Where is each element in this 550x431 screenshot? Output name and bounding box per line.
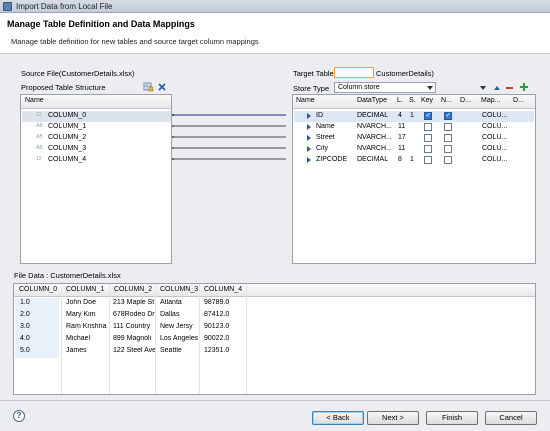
- column-header: COLUMN_2: [114, 286, 153, 293]
- nullable-checkbox[interactable]: [444, 123, 452, 131]
- page-description: Manage table definition for new tables a…: [11, 37, 259, 46]
- source-name-column-header: Name: [25, 97, 44, 104]
- store-type-select[interactable]: Column store: [334, 82, 436, 93]
- source-row[interactable]: AB COLUMN_2: [22, 133, 171, 144]
- text-type-icon: AB: [36, 145, 43, 151]
- column-header: N...: [441, 97, 452, 104]
- mapping-endpoint: [172, 114, 174, 116]
- table-row[interactable]: 4.0 Michael 899 Magnoli Los Angeles 9002…: [15, 334, 265, 346]
- table-row[interactable]: 5.0 James 122 Steel Ave Seattle 12351.0: [15, 346, 265, 358]
- nullable-checkbox[interactable]: [444, 134, 452, 142]
- column-header: Key: [421, 97, 434, 104]
- store-type-label: Store Type: [293, 84, 330, 93]
- mapping-endpoint: [172, 125, 174, 127]
- column-header: COLUMN_4: [204, 286, 243, 293]
- add-column-icon[interactable]: [519, 82, 529, 92]
- source-structure-table: Name 12 COLUMN_0 AB COLUMN_1 AB COLUMN_2…: [20, 94, 172, 264]
- help-icon[interactable]: ?: [13, 410, 25, 422]
- nullable-checkbox[interactable]: [444, 145, 452, 153]
- dropdown-arrow-icon[interactable]: [479, 85, 487, 91]
- nullable-checkbox[interactable]: [444, 112, 452, 120]
- app-icon: [3, 2, 12, 11]
- file-data-table: COLUMN_0 COLUMN_1 COLUMN_2 COLUMN_3 COLU…: [13, 283, 536, 395]
- table-row[interactable]: 3.0 Ram Krishna 111 Country New Jersy 90…: [15, 322, 265, 334]
- source-file-label: Source File(CustomerDetails.xlsx): [21, 69, 135, 78]
- column-header: COLUMN_3: [160, 286, 199, 293]
- window-title: Import Data from Local File: [16, 2, 113, 11]
- column-header: L.: [397, 97, 403, 104]
- back-button[interactable]: < Back: [312, 411, 364, 425]
- column-header: DataType: [357, 97, 387, 104]
- column-header: S.: [409, 97, 416, 104]
- mapping-endpoint: [172, 136, 174, 138]
- source-row[interactable]: AB COLUMN_1: [22, 122, 171, 133]
- move-up-icon[interactable]: [493, 85, 501, 91]
- key-checkbox[interactable]: [424, 123, 432, 131]
- target-table-suffix: CustomerDetails): [376, 69, 434, 78]
- expand-arrow-icon[interactable]: [307, 113, 311, 119]
- expand-arrow-icon[interactable]: [307, 124, 311, 130]
- target-table-label: Target Table: [293, 69, 334, 78]
- source-table-header: Name: [21, 95, 171, 109]
- column-header: COLUMN_1: [66, 286, 105, 293]
- target-row[interactable]: ZIPCODE DECIMAL 8 1 COLU...: [294, 155, 534, 166]
- edit-structure-icon[interactable]: [143, 82, 154, 92]
- target-table-header: Name DataType L. S. Key N... D... Map...…: [293, 95, 535, 109]
- mapping-endpoint: [172, 147, 174, 149]
- cancel-button[interactable]: Cancel: [485, 411, 537, 425]
- expand-arrow-icon[interactable]: [307, 146, 311, 152]
- chevron-down-icon: [427, 86, 433, 90]
- expand-arrow-icon[interactable]: [307, 157, 311, 163]
- target-row[interactable]: Street NVARCH... 17 COLU...: [294, 133, 534, 144]
- source-row[interactable]: 12 COLUMN_0: [22, 111, 171, 122]
- target-table-name-input[interactable]: [334, 67, 374, 78]
- delete-column-icon[interactable]: [157, 82, 167, 92]
- key-checkbox[interactable]: [424, 145, 432, 153]
- column-header: D...: [460, 97, 471, 104]
- nullable-checkbox[interactable]: [444, 156, 452, 164]
- key-checkbox[interactable]: [424, 134, 432, 142]
- column-header: D...: [513, 97, 524, 104]
- column-header: COLUMN_0: [19, 286, 58, 293]
- target-mapping-table: Name DataType L. S. Key N... D... Map...…: [292, 94, 536, 264]
- target-row[interactable]: City NVARCH... 11 COLU...: [294, 144, 534, 155]
- next-button[interactable]: Next >: [367, 411, 419, 425]
- numeric-type-icon: 12: [36, 156, 42, 162]
- window-titlebar: Import Data from Local File: [0, 0, 550, 13]
- source-row[interactable]: AB COLUMN_3: [22, 144, 171, 155]
- remove-column-icon[interactable]: [505, 84, 514, 92]
- file-data-label: File Data : CustomerDetails.xlsx: [14, 271, 121, 280]
- finish-button[interactable]: Finish: [426, 411, 478, 425]
- column-header: Name: [296, 97, 315, 104]
- table-row[interactable]: 2.0 Mary Kim 678Rodeo Dr Dallas 87412.0: [15, 310, 265, 322]
- table-row[interactable]: 1.0 John Doe 213 Maple St Atlanta 98789.…: [15, 298, 265, 310]
- text-type-icon: AB: [36, 123, 43, 129]
- text-type-icon: AB: [36, 134, 43, 140]
- proposed-structure-label: Proposed Table Structure: [21, 83, 106, 92]
- column-header: Map...: [481, 97, 501, 104]
- numeric-type-icon: 12: [36, 112, 42, 118]
- wizard-header: Manage Table Definition and Data Mapping…: [0, 13, 550, 54]
- target-row[interactable]: ID DECIMAL 4 1 COLU...: [294, 111, 534, 122]
- expand-arrow-icon[interactable]: [307, 135, 311, 141]
- target-row[interactable]: Name NVARCH... 11 COLU...: [294, 122, 534, 133]
- key-checkbox[interactable]: [424, 156, 432, 164]
- file-data-header: COLUMN_0 COLUMN_1 COLUMN_2 COLUMN_3 COLU…: [14, 284, 535, 297]
- footer-separator: [0, 400, 550, 401]
- source-row[interactable]: 12 COLUMN_4: [22, 155, 171, 166]
- page-title: Manage Table Definition and Data Mapping…: [7, 19, 195, 29]
- mapping-lines[interactable]: [172, 110, 286, 170]
- key-checkbox[interactable]: [424, 112, 432, 120]
- mapping-endpoint: [172, 158, 174, 160]
